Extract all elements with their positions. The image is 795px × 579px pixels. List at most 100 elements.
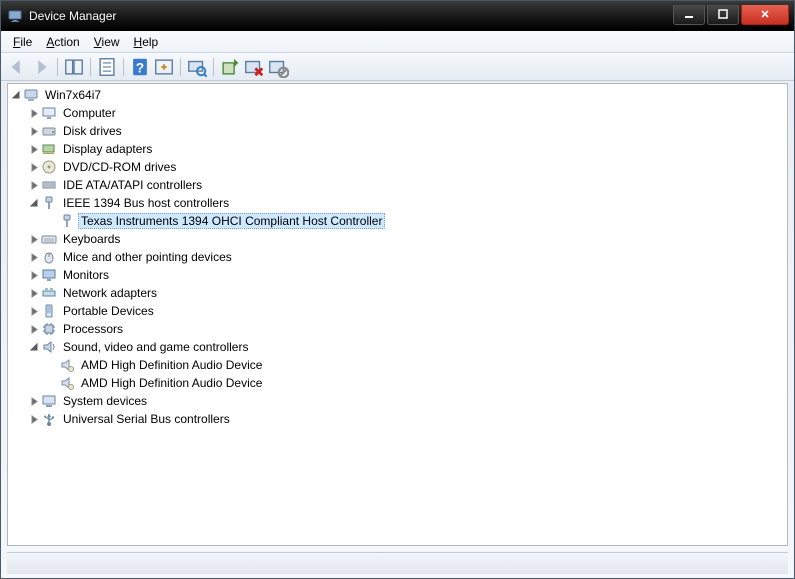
expand-toggle[interactable] xyxy=(28,287,40,299)
tree-node-label: AMD High Definition Audio Device xyxy=(78,357,265,373)
expand-toggle[interactable] xyxy=(10,89,22,101)
tree-node-monitors[interactable]: Monitors xyxy=(8,266,787,284)
toolbar-separator xyxy=(90,58,91,76)
uninstall-button[interactable] xyxy=(242,56,266,78)
expand-toggle[interactable] xyxy=(28,161,40,173)
tree-node-label: Keyboards xyxy=(60,231,123,247)
tree-node-label: Disk drives xyxy=(60,123,125,139)
expand-toggle[interactable] xyxy=(28,305,40,317)
statusbar xyxy=(7,552,788,574)
update-driver-button[interactable] xyxy=(218,56,242,78)
portable-icon xyxy=(41,303,57,319)
expand-toggle[interactable] xyxy=(28,341,40,353)
tree-node-label: IEEE 1394 Bus host controllers xyxy=(60,195,232,211)
computer-icon xyxy=(23,87,39,103)
ieee1394-icon xyxy=(41,195,57,211)
expand-toggle[interactable] xyxy=(28,251,40,263)
expand-toggle[interactable] xyxy=(28,395,40,407)
ide-icon xyxy=(41,177,57,193)
tree-node-label: DVD/CD-ROM drives xyxy=(60,159,179,175)
back-button[interactable] xyxy=(5,56,29,78)
tree-node-ieee1394[interactable]: IEEE 1394 Bus host controllers xyxy=(8,194,787,212)
audio-device-icon xyxy=(59,357,75,373)
action-tool-button[interactable] xyxy=(152,56,176,78)
titlebar: Device Manager xyxy=(1,1,794,31)
tree-node-label: Mice and other pointing devices xyxy=(60,249,235,265)
tree-node-label: Texas Instruments 1394 OHCI Compliant Ho… xyxy=(78,213,385,229)
tree-node-label: Sound, video and game controllers xyxy=(60,339,251,355)
disable-button[interactable] xyxy=(266,56,290,78)
window-buttons xyxy=(673,7,794,25)
expand-toggle[interactable] xyxy=(28,143,40,155)
tree-node-mice[interactable]: Mice and other pointing devices xyxy=(8,248,787,266)
tree-node-sound-device[interactable]: AMD High Definition Audio Device xyxy=(8,356,787,374)
display-adapter-icon xyxy=(41,141,57,157)
ieee1394-device-icon xyxy=(59,213,75,229)
expand-toggle[interactable] xyxy=(28,269,40,281)
tree-node-label: Computer xyxy=(60,105,119,121)
tree-node-processors[interactable]: Processors xyxy=(8,320,787,338)
computer-category-icon xyxy=(41,105,57,121)
close-button[interactable] xyxy=(741,5,789,25)
tree-node-label: Processors xyxy=(60,321,126,337)
maximize-button[interactable] xyxy=(707,5,739,25)
forward-button[interactable] xyxy=(29,56,53,78)
toolbar-separator xyxy=(57,58,58,76)
tree-node-usb[interactable]: Universal Serial Bus controllers xyxy=(8,410,787,428)
tree-node-sound[interactable]: Sound, video and game controllers xyxy=(8,338,787,356)
sound-icon xyxy=(41,339,57,355)
tree-node-display-adapters[interactable]: Display adapters xyxy=(8,140,787,158)
minimize-button[interactable] xyxy=(673,5,705,25)
expand-toggle[interactable] xyxy=(28,323,40,335)
tree-node-disk-drives[interactable]: Disk drives xyxy=(8,122,787,140)
usb-icon xyxy=(41,411,57,427)
tree-node-network[interactable]: Network adapters xyxy=(8,284,787,302)
network-icon xyxy=(41,285,57,301)
svg-text:?: ? xyxy=(136,60,144,75)
expand-toggle[interactable] xyxy=(28,233,40,245)
tree-node-ide[interactable]: IDE ATA/ATAPI controllers xyxy=(8,176,787,194)
toolbar: ? xyxy=(1,53,794,81)
expand-toggle[interactable] xyxy=(28,107,40,119)
menubar: File Action View Help xyxy=(1,31,794,53)
menu-file[interactable]: File xyxy=(7,33,38,51)
device-tree[interactable]: Win7x64i7 Computer Disk drives Display a… xyxy=(7,83,788,546)
mouse-icon xyxy=(41,249,57,265)
window-title: Device Manager xyxy=(29,9,673,23)
dvd-icon xyxy=(41,159,57,175)
properties-button[interactable] xyxy=(95,56,119,78)
toolbar-separator xyxy=(213,58,214,76)
tree-node-label: System devices xyxy=(60,393,150,409)
expand-toggle[interactable] xyxy=(28,125,40,137)
tree-node-label: Universal Serial Bus controllers xyxy=(60,411,233,427)
disk-icon xyxy=(41,123,57,139)
device-manager-window: Device Manager File Action View Help ? xyxy=(0,0,795,579)
tree-node-keyboards[interactable]: Keyboards xyxy=(8,230,787,248)
tree-node-label: Monitors xyxy=(60,267,112,283)
tree-root[interactable]: Win7x64i7 xyxy=(8,86,787,104)
tree-node-portable[interactable]: Portable Devices xyxy=(8,302,787,320)
tree-node-label: Win7x64i7 xyxy=(42,87,104,103)
toolbar-separator xyxy=(123,58,124,76)
help-button[interactable]: ? xyxy=(128,56,152,78)
tree-node-ieee1394-device[interactable]: Texas Instruments 1394 OHCI Compliant Ho… xyxy=(8,212,787,230)
expand-toggle[interactable] xyxy=(28,197,40,209)
menu-action[interactable]: Action xyxy=(40,33,85,51)
app-icon xyxy=(7,8,23,24)
scan-hardware-button[interactable] xyxy=(185,56,209,78)
tree-node-system[interactable]: System devices xyxy=(8,392,787,410)
toolbar-separator xyxy=(180,58,181,76)
expand-toggle[interactable] xyxy=(28,413,40,425)
tree-node-sound-device[interactable]: AMD High Definition Audio Device xyxy=(8,374,787,392)
tree-node-label: AMD High Definition Audio Device xyxy=(78,375,265,391)
tree-node-label: Portable Devices xyxy=(60,303,157,319)
show-hide-tree-button[interactable] xyxy=(62,56,86,78)
tree-node-computer[interactable]: Computer xyxy=(8,104,787,122)
menu-help[interactable]: Help xyxy=(128,33,165,51)
monitor-icon xyxy=(41,267,57,283)
tree-node-label: IDE ATA/ATAPI controllers xyxy=(60,177,205,193)
menu-view[interactable]: View xyxy=(88,33,126,51)
expand-toggle[interactable] xyxy=(28,179,40,191)
tree-node-dvd[interactable]: DVD/CD-ROM drives xyxy=(8,158,787,176)
system-icon xyxy=(41,393,57,409)
